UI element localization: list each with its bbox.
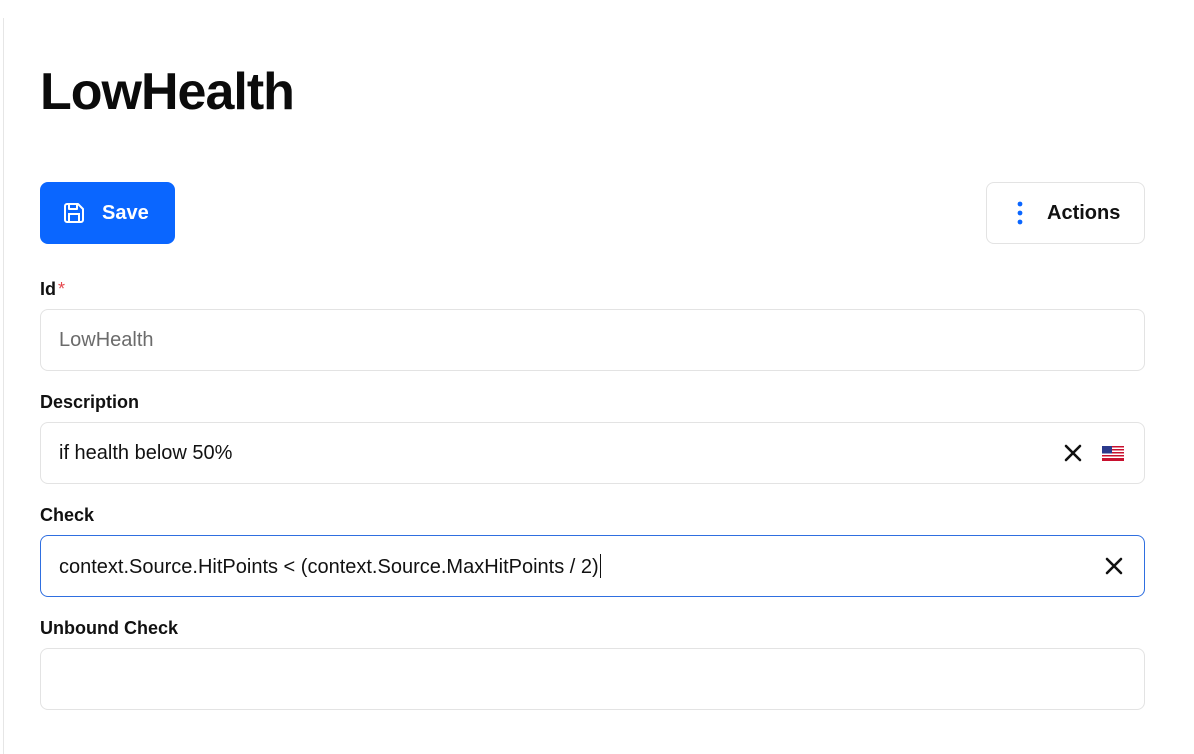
unbound-check-field-label: Unbound Check [40,618,178,638]
check-field-label: Check [40,505,95,525]
floppy-disk-icon [62,201,86,225]
actions-button[interactable]: Actions [986,182,1145,244]
vertical-dots-icon [1013,200,1027,226]
check-field-value: context.Source.HitPoints < (context.Sour… [59,555,599,578]
close-icon[interactable] [1104,556,1124,576]
left-divider [3,18,4,754]
description-field-label: Description [40,392,140,412]
required-marker: * [58,279,66,299]
text-caret [599,553,601,578]
description-field[interactable]: if health below 50% [40,422,1145,484]
id-field-value: LowHealth [59,328,154,351]
description-field-value: if health below 50% [59,441,233,464]
save-button[interactable]: Save [40,182,175,244]
unbound-check-field[interactable] [40,648,1145,710]
id-field-label: Id * [40,279,65,300]
save-button-label: Save [102,201,149,224]
page-title: LowHealth [40,63,295,121]
id-label-text: Id [40,279,56,299]
id-field[interactable]: LowHealth [40,309,1145,371]
actions-button-label: Actions [1047,201,1121,224]
close-icon[interactable] [1063,443,1083,463]
check-field-value-wrap: context.Source.HitPoints < (context.Sour… [59,553,1104,579]
check-field[interactable]: context.Source.HitPoints < (context.Sour… [40,535,1145,597]
us-flag-icon[interactable] [1102,445,1124,461]
